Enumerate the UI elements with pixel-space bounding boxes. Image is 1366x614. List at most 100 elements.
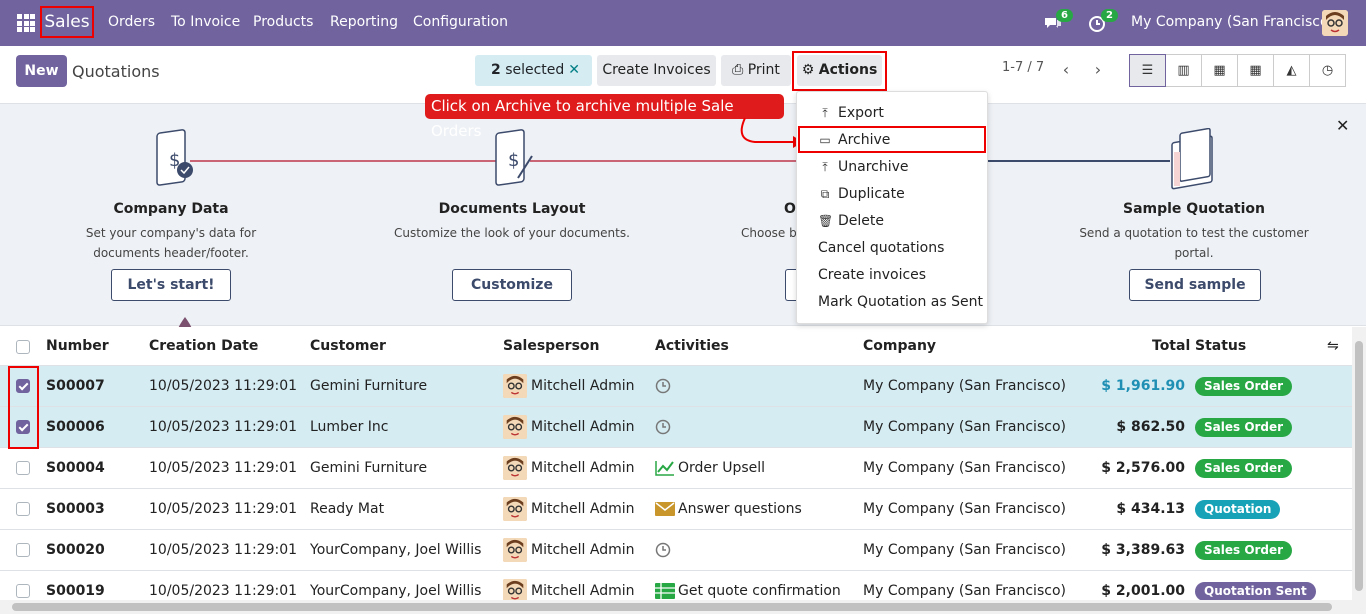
unarchive-menu-item[interactable]: ⤒ Unarchive (818, 159, 908, 175)
activity-summary: Answer questions (678, 501, 802, 517)
vertical-scrollbar[interactable] (1352, 327, 1366, 600)
user-face-icon (503, 456, 527, 480)
selection-indicator: 2 selected ✕ (475, 55, 592, 86)
activity-cell[interactable]: Answer questions (655, 489, 802, 529)
page-title: Quotations (72, 62, 160, 81)
step-description: Send a quotation to test the customer po… (1079, 226, 1309, 260)
header-total[interactable]: Total (1152, 327, 1190, 366)
progress-line (985, 160, 1170, 162)
clock-icon (655, 419, 671, 435)
step-title: Sample Quotation (1122, 201, 1265, 217)
order-number: S00004 (46, 460, 105, 476)
row-checkbox[interactable] (16, 502, 30, 516)
header-activities[interactable]: Activities (655, 327, 729, 366)
select-all-checkbox[interactable] (16, 340, 30, 354)
lets-start-button[interactable]: Let's start! (111, 269, 231, 301)
menu-configuration[interactable]: Configuration (413, 14, 508, 30)
table-row[interactable]: S00007 10/05/2023 11:29:01 Gemini Furnitur… (0, 366, 1352, 407)
salesperson-avatar (503, 497, 527, 521)
company-name: My Company (San Francisco) (863, 378, 1066, 394)
delete-menu-item[interactable]: 🗑 Delete (818, 213, 884, 229)
table-row[interactable]: S00006 10/05/2023 11:29:01 Lumber Inc Mitch… (0, 407, 1352, 448)
table-row[interactable]: S00020 10/05/2023 11:29:01 YourCompany, Jo… (0, 530, 1352, 571)
menu-orders[interactable]: Orders (108, 14, 155, 30)
pivot-view-icon[interactable]: ▦ (1237, 54, 1274, 87)
chat-button[interactable]: 6 (1043, 9, 1073, 33)
header-status[interactable]: Status (1195, 327, 1246, 366)
status-badge: Sales Order (1195, 377, 1293, 396)
status-badge: Sales Order (1195, 418, 1293, 437)
send-sample-button[interactable]: Send sample (1129, 269, 1261, 301)
activity-cell[interactable]: Order Upsell (655, 448, 765, 488)
duplicate-menu-item[interactable]: ⧉ Duplicate (818, 186, 905, 202)
order-total: $ 3,389.63 (1101, 542, 1185, 558)
header-number[interactable]: Number (46, 327, 109, 366)
kanban-view-icon[interactable]: ▥ (1165, 54, 1202, 87)
salesperson-name: Mitchell Admin (531, 542, 635, 558)
menu-products[interactable]: Products (253, 14, 313, 30)
calendar-view-icon[interactable]: ▦ (1201, 54, 1238, 87)
row-checkbox[interactable] (16, 543, 30, 557)
chat-count-badge: 6 (1056, 9, 1073, 22)
create-invoices-menu-item[interactable]: Create invoices (818, 267, 926, 283)
menu-reporting[interactable]: Reporting (330, 14, 398, 30)
activity-cell[interactable] (655, 366, 674, 406)
header-customer[interactable]: Customer (310, 327, 386, 366)
activity-button[interactable]: 2 (1088, 9, 1118, 33)
creation-date: 10/05/2023 11:29:01 (149, 501, 298, 517)
activity-cell[interactable] (655, 407, 674, 447)
menu-item-label: Delete (838, 213, 884, 229)
salesperson-avatar (503, 374, 527, 398)
export-menu-item[interactable]: ⤒ Export (818, 105, 883, 121)
header-salesperson[interactable]: Salesperson (503, 327, 600, 366)
pager-next-icon[interactable]: › (1083, 55, 1113, 85)
status-badge: Sales Order (1195, 459, 1293, 478)
graph-view-icon[interactable]: ◭ (1273, 54, 1310, 87)
svg-text:$: $ (508, 150, 519, 171)
optional-columns-icon[interactable]: ⇋ (1327, 327, 1339, 366)
header-creation-date[interactable]: Creation Date (149, 327, 258, 366)
activity-view-icon[interactable]: ◷ (1309, 54, 1346, 87)
order-number: S00007 (46, 378, 105, 394)
step-description: Set your company's data for documents he… (85, 226, 257, 260)
print-button[interactable]: ⎙ Print (721, 55, 791, 86)
selected-count: 2 (491, 62, 501, 78)
archive-highlight (798, 126, 986, 153)
new-button[interactable]: New (16, 55, 67, 87)
cancel-quotations-menu-item[interactable]: Cancel quotations (818, 240, 944, 256)
order-number: S00020 (46, 542, 105, 558)
row-checkbox[interactable] (16, 584, 30, 598)
callout-arrow-icon (740, 117, 803, 148)
create-invoices-button[interactable]: Create Invoices (597, 55, 716, 86)
mark-sent-menu-item[interactable]: Mark Quotation as Sent (818, 294, 983, 310)
menu-to-invoice[interactable]: To Invoice (171, 14, 240, 30)
row-checkbox[interactable] (16, 461, 30, 475)
clear-selection-icon[interactable]: ✕ (568, 55, 580, 86)
company-switcher[interactable]: My Company (San Francisco) (1131, 14, 1334, 30)
salesperson-cell: Mitchell Admin (503, 530, 635, 570)
progress-line (190, 160, 500, 162)
close-banner-icon[interactable]: ✕ (1336, 116, 1349, 135)
header-company[interactable]: Company (863, 327, 936, 366)
customize-button[interactable]: Customize (452, 269, 572, 301)
list-view-icon[interactable]: ☰ (1129, 54, 1166, 87)
app-brand[interactable]: Sales (40, 6, 94, 38)
user-face-icon (503, 415, 527, 439)
salesperson-avatar (503, 456, 527, 480)
user-avatar[interactable] (1322, 10, 1348, 36)
chart-line-icon (655, 461, 674, 476)
order-total: $ 862.50 (1116, 419, 1185, 435)
pager-previous-icon[interactable]: ‹ (1051, 55, 1081, 85)
pager-value[interactable]: 1-7 / 7 (1002, 60, 1044, 75)
apps-grid-icon[interactable] (17, 14, 35, 32)
actions-button[interactable]: ⚙ Actions (797, 55, 882, 86)
copy-icon: ⧉ (820, 187, 830, 201)
salesperson-name: Mitchell Admin (531, 501, 635, 517)
activity-cell[interactable] (655, 530, 674, 570)
table-row[interactable]: S00004 10/05/2023 11:29:01 Gemini Furnitur… (0, 448, 1352, 489)
order-total: $ 2,576.00 (1101, 460, 1185, 476)
envelope-icon (655, 502, 675, 516)
table-row[interactable]: S00003 10/05/2023 11:29:01 Ready Mat Mitche… (0, 489, 1352, 530)
horizontal-scrollbar[interactable] (0, 600, 1366, 614)
order-number: S00006 (46, 419, 105, 435)
